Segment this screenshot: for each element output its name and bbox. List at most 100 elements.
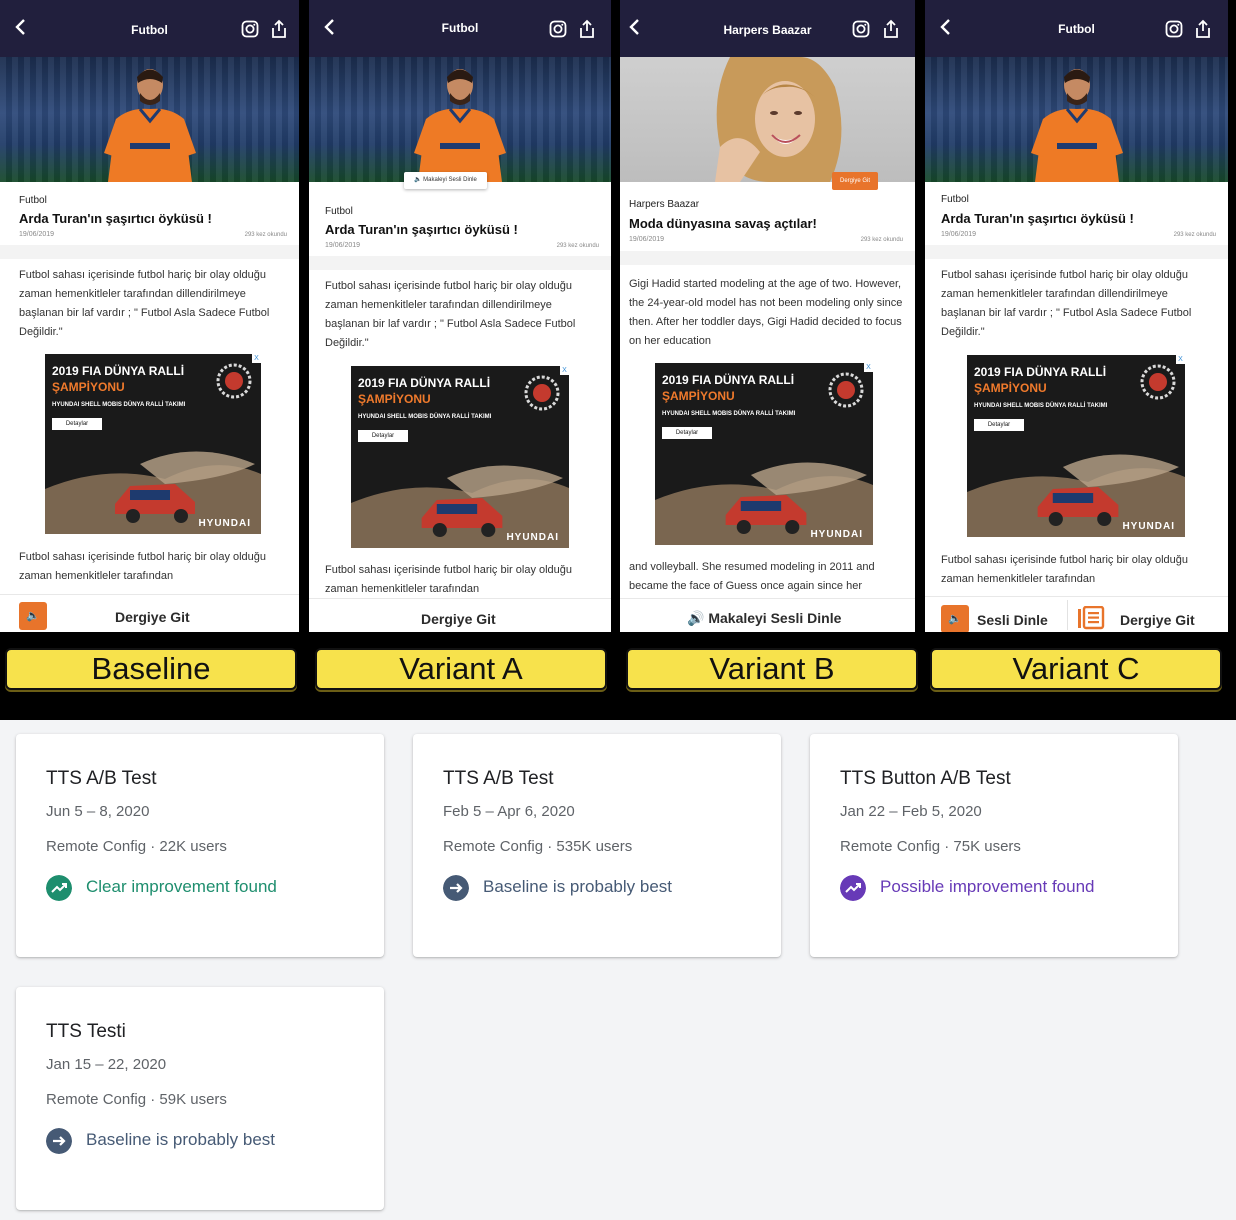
football-player-image xyxy=(1030,69,1123,182)
article-category: Futbol xyxy=(941,194,969,205)
variant-label-a: Variant A xyxy=(315,648,607,690)
ad-title: 2019 FIA DÜNYA RALLİ xyxy=(52,364,185,378)
go-to-magazine-chip[interactable]: Dergiye Git xyxy=(832,172,879,190)
article-body-continued: and volleyball. She resumed modeling in … xyxy=(629,561,875,592)
article-category: Futbol xyxy=(19,195,47,206)
ad-subtitle: ŞAMPİYONU xyxy=(974,381,1047,395)
listen-button[interactable]: Sesli Dinle xyxy=(977,612,1048,628)
phone-variant-c: Futbol Futbol Arda Turan'ın şaşırtıcı öy… xyxy=(925,0,1228,632)
ad-brand: HYUNDAI xyxy=(198,518,251,529)
ad-subtitle: ŞAMPİYONU xyxy=(662,389,735,403)
share-icon[interactable] xyxy=(270,19,288,39)
ab-test-summary: Futbol Futbol Arda Turan'ın şaşırtıcı öy… xyxy=(0,0,1236,1220)
bottom-action-bar: 🔈 Dergiye Git xyxy=(0,594,299,632)
ad-subtitle: ŞAMPİYONU xyxy=(52,380,125,394)
article-hero-image xyxy=(0,57,299,182)
article-headline: Arda Turan'ın şaşırtıcı öyküsü ! xyxy=(941,211,1134,226)
read-count: 293 kez okundu xyxy=(1173,232,1216,238)
variant-label-c: Variant C xyxy=(930,648,1222,690)
divider xyxy=(0,245,299,259)
share-icon[interactable] xyxy=(578,19,596,39)
article-body: Futbol sahası içerisinde futbol hariç bi… xyxy=(19,269,270,338)
ad-team: HYUNDAI SHELL MOBIS DÜNYA RALLİ TAKIMI xyxy=(358,414,492,420)
hyundai-ad-banner[interactable]: 2019 FIA DÜNYA RALLİ ŞAMPİYONU HYUNDAI S… xyxy=(351,366,569,548)
speaker-icon[interactable]: 🔈 xyxy=(19,602,47,630)
football-player-image xyxy=(414,69,506,182)
article-hero-image xyxy=(925,57,1228,182)
trending-up-icon xyxy=(840,875,866,901)
phone-variant-a: Futbol 🔈 Makaleyi Sesli Dinle Futbol Ard… xyxy=(309,0,611,632)
experiment-meta: Remote Config · 22K users xyxy=(46,838,227,855)
ad-title: 2019 FIA DÜNYA RALLİ xyxy=(662,373,795,387)
article-headline: Moda dünyasına savaş açtılar! xyxy=(629,216,817,231)
article-category: Harpers Baazar xyxy=(629,199,700,210)
instagram-icon[interactable] xyxy=(1165,20,1183,38)
experiment-card[interactable]: TTS A/B Test Jun 5 – 8, 2020 Remote Conf… xyxy=(16,734,384,957)
experiment-meta: Remote Config · 75K users xyxy=(840,838,1021,855)
experiment-dates: Jan 22 – Feb 5, 2020 xyxy=(840,803,982,820)
ad-details-button[interactable]: Detaylar xyxy=(662,427,712,439)
bottom-action-bar: Dergiye Git xyxy=(309,598,611,632)
divider xyxy=(620,251,915,265)
award-seal-icon xyxy=(828,372,864,408)
instagram-icon[interactable] xyxy=(549,20,567,38)
app-header: Harpers Baazar xyxy=(620,0,915,57)
phone-baseline: Futbol Futbol Arda Turan'ın şaşırtıcı öy… xyxy=(0,0,299,632)
hyundai-ad-banner[interactable]: 2019 FIA DÜNYA RALLİ ŞAMPİYONU HYUNDAI S… xyxy=(967,355,1185,537)
divider xyxy=(925,245,1228,259)
ad-close-icon[interactable]: X xyxy=(864,363,873,372)
article-hero-image xyxy=(620,57,915,182)
listen-article-label: Makaleyi Sesli Dinle xyxy=(708,610,842,626)
listen-article-button[interactable]: 🔊 Makaleyi Sesli Dinle xyxy=(687,610,841,627)
share-icon[interactable] xyxy=(1194,19,1212,39)
hyundai-ad-banner[interactable]: 2019 FIA DÜNYA RALLİ ŞAMPİYONU HYUNDAI S… xyxy=(45,354,261,534)
experiment-title: TTS Button A/B Test xyxy=(840,768,1011,789)
ad-close-icon[interactable]: X xyxy=(1176,355,1185,364)
instagram-icon[interactable] xyxy=(852,20,870,38)
ad-title: 2019 FIA DÜNYA RALLİ xyxy=(974,365,1107,379)
experiment-card[interactable]: TTS Button A/B Test Jan 22 – Feb 5, 2020… xyxy=(810,734,1178,957)
ad-subtitle: ŞAMPİYONU xyxy=(358,392,431,406)
experiment-card[interactable]: TTS A/B Test Feb 5 – Apr 6, 2020 Remote … xyxy=(413,734,781,957)
ad-close-icon[interactable]: X xyxy=(252,354,261,363)
variant-label-baseline: Baseline xyxy=(5,648,297,690)
ad-team: HYUNDAI SHELL MOBIS DÜNYA RALLİ TAKIMI xyxy=(662,411,796,417)
magazine-icon[interactable] xyxy=(1077,606,1105,630)
go-to-magazine-button[interactable]: Dergiye Git xyxy=(115,609,190,625)
variant-screens-band: Futbol Futbol Arda Turan'ın şaşırtıcı öy… xyxy=(0,0,1236,720)
go-to-magazine-button[interactable]: Dergiye Git xyxy=(421,611,496,627)
ad-brand: HYUNDAI xyxy=(1122,521,1175,532)
listen-article-label: Makaleyi Sesli Dinle xyxy=(423,177,477,183)
experiment-title: TTS Testi xyxy=(46,1021,126,1042)
ad-details-button[interactable]: Detaylar xyxy=(974,419,1024,431)
experiment-title: TTS A/B Test xyxy=(46,768,157,789)
listen-article-chip[interactable]: 🔈 Makaleyi Sesli Dinle xyxy=(404,172,487,189)
arrow-right-circle-icon xyxy=(443,875,469,901)
award-seal-icon xyxy=(216,363,252,399)
ad-title: 2019 FIA DÜNYA RALLİ xyxy=(358,376,491,390)
article-body: Gigi Hadid started modeling at the age o… xyxy=(629,278,903,347)
article-body-continued: Futbol sahası içerisinde futbol hariç bi… xyxy=(19,551,267,582)
article-body-continued: Futbol sahası içerisinde futbol hariç bi… xyxy=(941,554,1189,585)
app-header: Futbol xyxy=(0,0,299,57)
bottom-action-bar: 🔈 Sesli Dinle Dergiye Git xyxy=(925,596,1228,632)
speaker-icon[interactable]: 🔈 xyxy=(941,605,969,632)
bar-divider xyxy=(1067,600,1068,630)
article-category: Futbol xyxy=(325,206,353,217)
go-to-magazine-button[interactable]: Dergiye Git xyxy=(1120,612,1195,628)
bottom-action-bar: 🔊 Makaleyi Sesli Dinle xyxy=(620,598,915,632)
football-player-image xyxy=(103,69,196,182)
experiment-meta: Remote Config · 59K users xyxy=(46,1091,227,1108)
ad-details-button[interactable]: Detaylar xyxy=(358,430,408,442)
ad-close-icon[interactable]: X xyxy=(560,366,569,375)
share-icon[interactable] xyxy=(882,19,900,39)
read-count: 293 kez okundu xyxy=(860,237,903,243)
phone-variant-b: Harpers Baazar Dergiye Git Harpers Baaza… xyxy=(620,0,915,632)
experiment-card[interactable]: TTS Testi Jan 15 – 22, 2020 Remote Confi… xyxy=(16,987,384,1210)
instagram-icon[interactable] xyxy=(241,20,259,38)
article-body: Futbol sahası içerisinde futbol hariç bi… xyxy=(325,280,576,349)
ad-details-button[interactable]: Detaylar xyxy=(52,418,102,430)
hyundai-ad-banner[interactable]: 2019 FIA DÜNYA RALLİ ŞAMPİYONU HYUNDAI S… xyxy=(655,363,873,545)
arrow-right-circle-icon xyxy=(46,1128,72,1154)
article-hero-image xyxy=(309,57,611,182)
